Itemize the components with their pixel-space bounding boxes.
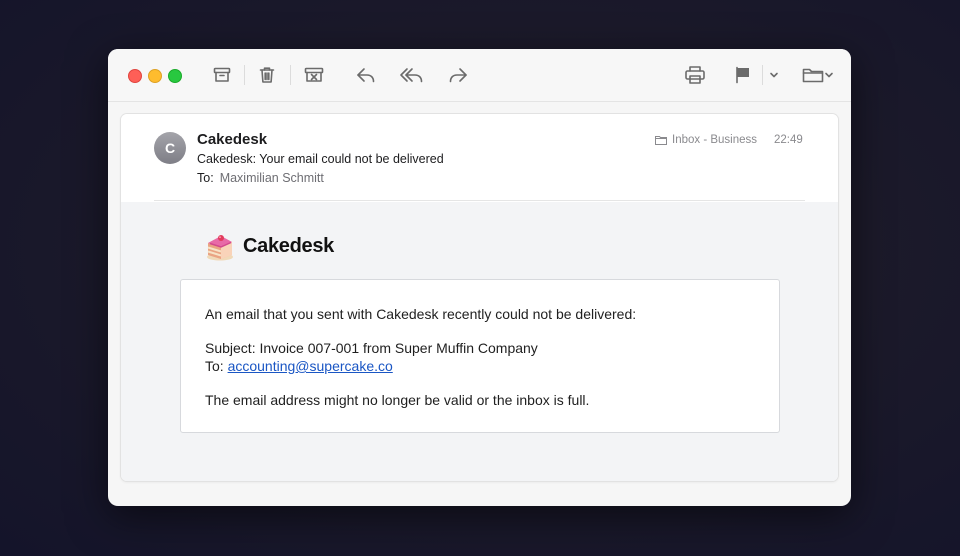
avatar: C: [154, 132, 186, 164]
flag-menu-button[interactable]: [768, 63, 780, 87]
message-subject: Cakedesk: Your email could not be delive…: [197, 152, 444, 166]
print-button[interactable]: [683, 63, 707, 87]
failed-subject-text: Subject: Invoice 007-001 from Super Muff…: [205, 340, 538, 356]
recipient-name[interactable]: Maximilian Schmitt: [220, 171, 324, 185]
recipient-label: To:: [205, 358, 224, 374]
message-viewer: C Cakedesk Cakedesk: Your email could no…: [121, 114, 838, 481]
forward-button[interactable]: [446, 63, 470, 87]
toolbar: [108, 49, 851, 102]
mailbox-name: Inbox - Business: [672, 134, 758, 146]
intro-text: An email that you sent with Cakedesk rec…: [205, 306, 637, 322]
notification-box: An email that you sent with Cakedesk rec…: [180, 279, 780, 433]
trash-icon: [259, 67, 275, 83]
junk-icon: [304, 67, 324, 82]
minimize-window-button[interactable]: [148, 69, 162, 83]
flag-icon: [736, 66, 749, 84]
folder-icon: [802, 68, 824, 83]
archive-icon: [213, 67, 231, 82]
reply-button[interactable]: [354, 63, 378, 87]
message-body: Cakedesk An email that you sent with Cak…: [121, 202, 838, 481]
flag-button[interactable]: [733, 63, 753, 87]
to-label: To:: [197, 171, 214, 185]
toolbar-separator: [290, 65, 291, 85]
header-divider: [154, 200, 805, 201]
received-time: 22:49: [774, 134, 803, 146]
close-window-button[interactable]: [128, 69, 142, 83]
junk-button[interactable]: [303, 63, 325, 87]
toolbar-separator: [244, 65, 245, 85]
print-icon: [685, 66, 705, 84]
toolbar-separator: [762, 65, 763, 85]
folder-icon: [655, 136, 667, 145]
cake-logo-icon: [207, 235, 233, 261]
chevron-down-icon: [770, 72, 778, 78]
reply-icon: [357, 68, 375, 83]
reason-text: The email address might no longer be val…: [205, 392, 590, 408]
forward-icon: [449, 68, 467, 83]
delete-button[interactable]: [257, 63, 277, 87]
chevron-down-icon: [825, 72, 833, 78]
brand-header: Cakedesk: [205, 230, 334, 262]
reply-all-icon: [400, 68, 423, 83]
move-to-folder-button[interactable]: [800, 63, 836, 87]
brand-name: Cakedesk: [243, 234, 334, 257]
message-header: C Cakedesk Cakedesk: Your email could no…: [121, 114, 838, 201]
desktop-background: { "toolbar": { "buttons": ["archive-icon…: [0, 0, 960, 556]
zoom-window-button[interactable]: [168, 69, 182, 83]
recipient-line: To: Maximilian Schmitt: [197, 171, 324, 185]
sender-name[interactable]: Cakedesk: [197, 131, 267, 148]
reply-all-button[interactable]: [399, 63, 425, 87]
failed-recipient-line: To: accounting@supercake.co: [205, 358, 393, 374]
recipient-email-link[interactable]: accounting@supercake.co: [228, 358, 393, 374]
mail-window: C Cakedesk Cakedesk: Your email could no…: [108, 49, 851, 506]
archive-button[interactable]: [212, 63, 232, 87]
mailbox-location: Inbox - Business: [655, 134, 757, 146]
